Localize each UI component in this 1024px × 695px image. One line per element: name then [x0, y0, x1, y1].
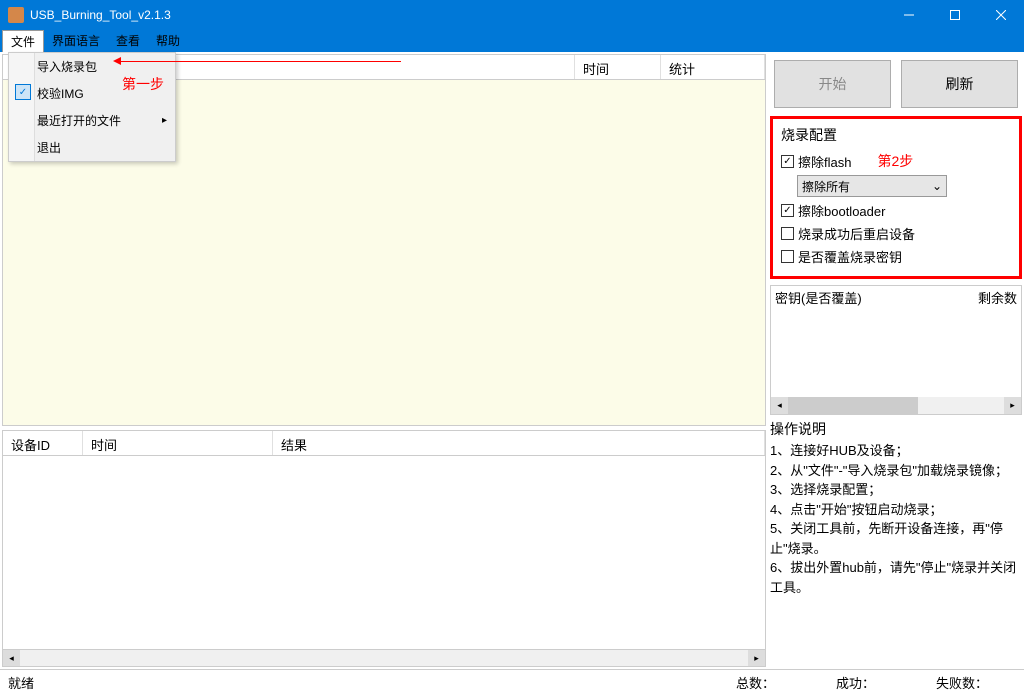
instruction-line: 1、连接好HUB及设备；	[770, 441, 1022, 461]
keys-box: 密钥(是否覆盖) 剩余数 ◂ ▸	[770, 285, 1022, 415]
instruction-line: 5、关闭工具前，先断开设备连接，再"停止"烧录。	[770, 519, 1022, 558]
maximize-icon	[950, 10, 960, 20]
menu-recent-label: 最近打开的文件	[37, 112, 121, 129]
erase-bootloader-row: 擦除bootloader	[781, 201, 1011, 220]
erase-flash-select-value: 擦除所有	[802, 178, 850, 195]
chevron-down-icon: ⌄	[932, 179, 942, 193]
app-icon	[8, 7, 24, 23]
bottom-table: 设备ID 时间 结果 ◂ ▸	[2, 430, 766, 667]
arrow-head-icon	[113, 57, 121, 65]
instruction-line: 6、拔出外置hub前，请先"停止"烧录并关闭工具。	[770, 558, 1022, 597]
titlebar: USB_Burning_Tool_v2.1.3	[0, 0, 1024, 30]
menu-file[interactable]: 文件	[2, 30, 44, 52]
bottom-hscroll[interactable]: ◂ ▸	[2, 650, 766, 667]
scroll-track[interactable]	[788, 397, 1004, 414]
erase-flash-checkbox[interactable]	[781, 155, 794, 168]
menu-recent-files[interactable]: 最近打开的文件 ▸	[9, 107, 175, 134]
instructions-box: 操作说明 1、连接好HUB及设备； 2、从"文件"-"导入烧录包"加载烧录镜像；…	[770, 419, 1022, 667]
overwrite-key-row: 是否覆盖烧录密钥	[781, 247, 1011, 266]
scroll-track[interactable]	[20, 650, 748, 666]
scroll-left-icon[interactable]: ◂	[3, 650, 20, 666]
start-button[interactable]: 开始	[774, 60, 891, 108]
keys-col2: 剩余数	[978, 288, 1017, 307]
keys-header: 密钥(是否覆盖) 剩余数	[771, 286, 1021, 309]
statusbar: 就绪 总数： 成功： 失败数：	[0, 669, 1024, 695]
bottom-th-time: 时间	[83, 431, 273, 455]
erase-flash-select-row: 擦除所有 ⌄	[781, 175, 1011, 197]
close-button[interactable]	[978, 0, 1024, 30]
minimize-button[interactable]	[886, 0, 932, 30]
config-title: 烧录配置	[781, 125, 1011, 145]
window-controls	[886, 0, 1024, 30]
chevron-right-icon: ▸	[162, 115, 167, 126]
check-icon: ✓	[15, 84, 31, 100]
scroll-thumb[interactable]	[788, 397, 918, 414]
maximize-button[interactable]	[932, 0, 978, 30]
top-th-stat: 统计	[661, 55, 765, 79]
instruction-line: 2、从"文件"-"导入烧录包"加载烧录镜像；	[770, 461, 1022, 481]
reboot-after-checkbox[interactable]	[781, 227, 794, 240]
annotation-step1: 第一步	[122, 74, 164, 94]
erase-flash-row: 擦除flash 第2步	[781, 151, 1011, 171]
reboot-after-row: 烧录成功后重启设备	[781, 224, 1011, 243]
bottom-table-header: 设备ID 时间 结果	[2, 430, 766, 456]
menu-import-label: 导入烧录包	[37, 58, 97, 75]
instructions-title: 操作说明	[770, 419, 1022, 439]
reboot-after-label: 烧录成功后重启设备	[798, 224, 915, 243]
erase-flash-select[interactable]: 擦除所有 ⌄	[797, 175, 947, 197]
bottom-table-body[interactable]	[2, 456, 766, 650]
instruction-line: 4、点击"开始"按钮启动烧录；	[770, 500, 1022, 520]
instructions-body: 1、连接好HUB及设备； 2、从"文件"-"导入烧录包"加载烧录镜像； 3、选择…	[770, 441, 1022, 597]
minimize-icon	[904, 10, 914, 20]
erase-bootloader-checkbox[interactable]	[781, 204, 794, 217]
file-dropdown: 导入烧录包 ✓ 校验IMG 最近打开的文件 ▸ 退出	[8, 52, 176, 162]
right-panel: 开始 刷新 烧录配置 擦除flash 第2步 擦除所有 ⌄ 擦除bootload…	[768, 52, 1024, 669]
button-row: 开始 刷新	[770, 54, 1022, 114]
top-th-time: 时间	[575, 55, 661, 79]
keys-col1: 密钥(是否覆盖)	[775, 288, 978, 307]
scroll-right-icon[interactable]: ▸	[748, 650, 765, 666]
burn-config-box: 烧录配置 擦除flash 第2步 擦除所有 ⌄ 擦除bootloader 烧录成…	[770, 116, 1022, 279]
arrow-line	[121, 61, 401, 62]
status-total: 总数：	[736, 673, 816, 692]
menu-verify-label: 校验IMG	[37, 85, 84, 102]
status-success: 成功：	[836, 673, 916, 692]
erase-bootloader-label: 擦除bootloader	[798, 201, 885, 220]
menu-help[interactable]: 帮助	[148, 30, 188, 52]
refresh-button[interactable]: 刷新	[901, 60, 1018, 108]
keys-body[interactable]	[771, 309, 1021, 397]
menu-view[interactable]: 查看	[108, 30, 148, 52]
menu-exit-label: 退出	[37, 139, 61, 156]
scroll-right-icon[interactable]: ▸	[1004, 397, 1021, 414]
status-ready: 就绪	[8, 673, 34, 692]
scroll-left-icon[interactable]: ◂	[771, 397, 788, 414]
overwrite-key-label: 是否覆盖烧录密钥	[798, 247, 902, 266]
overwrite-key-checkbox[interactable]	[781, 250, 794, 263]
bottom-th-result: 结果	[273, 431, 765, 455]
menubar: 文件 界面语言 查看 帮助	[0, 30, 1024, 52]
menu-exit[interactable]: 退出	[9, 134, 175, 161]
bottom-th-device: 设备ID	[3, 431, 83, 455]
erase-flash-label: 擦除flash	[798, 152, 851, 171]
status-fail: 失败数：	[936, 673, 1016, 692]
keys-hscroll[interactable]: ◂ ▸	[771, 397, 1021, 414]
annotation-step2: 第2步	[877, 151, 913, 171]
menu-language[interactable]: 界面语言	[44, 30, 108, 52]
instruction-line: 3、选择烧录配置；	[770, 480, 1022, 500]
close-icon	[996, 10, 1006, 20]
window-title: USB_Burning_Tool_v2.1.3	[30, 8, 886, 22]
